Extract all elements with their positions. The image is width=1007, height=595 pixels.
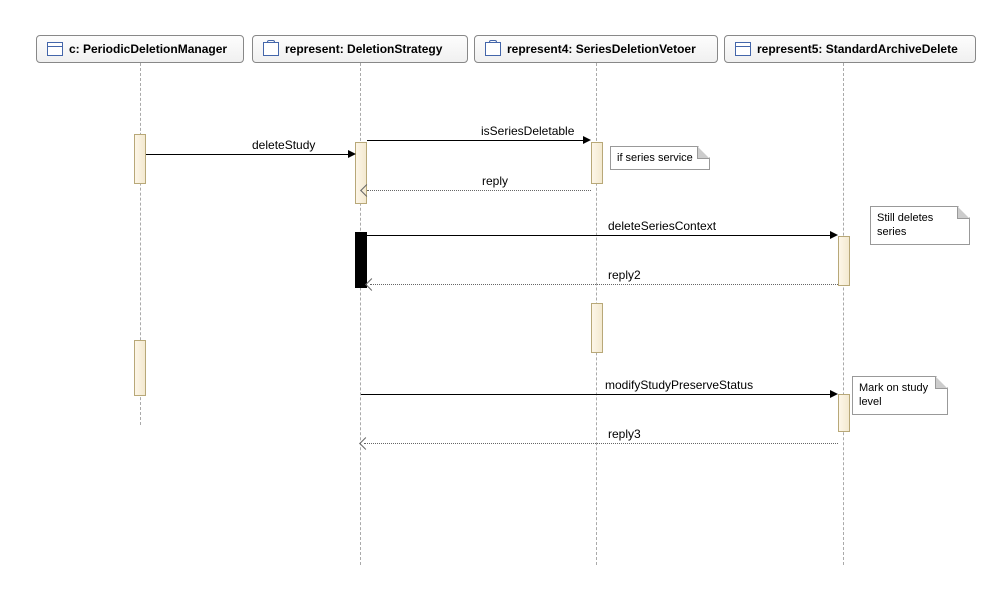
message-label: reply: [482, 174, 508, 188]
note-still-deletes: Still deletes series: [870, 206, 970, 245]
message-line: [361, 394, 833, 395]
participant-label: represent: DeletionStrategy: [285, 42, 442, 56]
class-icon: [47, 42, 63, 56]
message-label: reply2: [608, 268, 641, 282]
note-mark-on: Mark on study level: [852, 376, 948, 415]
message-label: deleteStudy: [252, 138, 315, 152]
activation-bar: [355, 232, 367, 288]
arrow-left-icon: [359, 437, 372, 450]
participant-series-deletion-vetoer: represent4: SeriesDeletionVetoer: [474, 35, 718, 63]
activation-bar: [134, 134, 146, 184]
message-label: reply3: [608, 427, 641, 441]
interface-icon: [485, 42, 501, 56]
participant-label: c: PeriodicDeletionManager: [69, 42, 227, 56]
participant-label: represent4: SeriesDeletionVetoer: [507, 42, 696, 56]
class-icon: [735, 42, 751, 56]
participant-deletion-strategy: represent: DeletionStrategy: [252, 35, 468, 63]
message-line: [367, 140, 587, 141]
message-label: deleteSeriesContext: [608, 219, 716, 233]
message-label: isSeriesDeletable: [481, 124, 574, 138]
interface-icon: [263, 42, 279, 56]
lifeline: [360, 63, 361, 565]
arrow-left-icon: [365, 278, 378, 291]
arrow-right-icon: [583, 136, 591, 144]
participant-label: represent5: StandardArchiveDelete: [757, 42, 958, 56]
message-line: [367, 235, 833, 236]
activation-bar: [838, 394, 850, 432]
note-text: Mark on study level: [859, 382, 928, 408]
message-line: [367, 190, 591, 191]
lifeline: [843, 63, 844, 565]
activation-bar: [838, 236, 850, 286]
sequence-diagram: c: PeriodicDeletionManager represent: De…: [0, 0, 1007, 595]
note-text: if series service: [617, 152, 693, 164]
note-text: Still deletes series: [877, 212, 933, 238]
activation-bar: [591, 142, 603, 184]
activation-bar: [591, 303, 603, 353]
message-label: modifyStudyPreserveStatus: [605, 378, 753, 392]
participant-standard-archive-delete: represent5: StandardArchiveDelete: [724, 35, 976, 63]
arrow-right-icon: [348, 150, 356, 158]
message-line: [364, 443, 838, 444]
arrow-right-icon: [830, 231, 838, 239]
activation-bar: [134, 340, 146, 396]
message-line: [370, 284, 838, 285]
message-line: [146, 154, 352, 155]
note-if-series: if series service: [610, 146, 710, 170]
arrow-right-icon: [830, 390, 838, 398]
participant-periodic-deletion-manager: c: PeriodicDeletionManager: [36, 35, 244, 63]
